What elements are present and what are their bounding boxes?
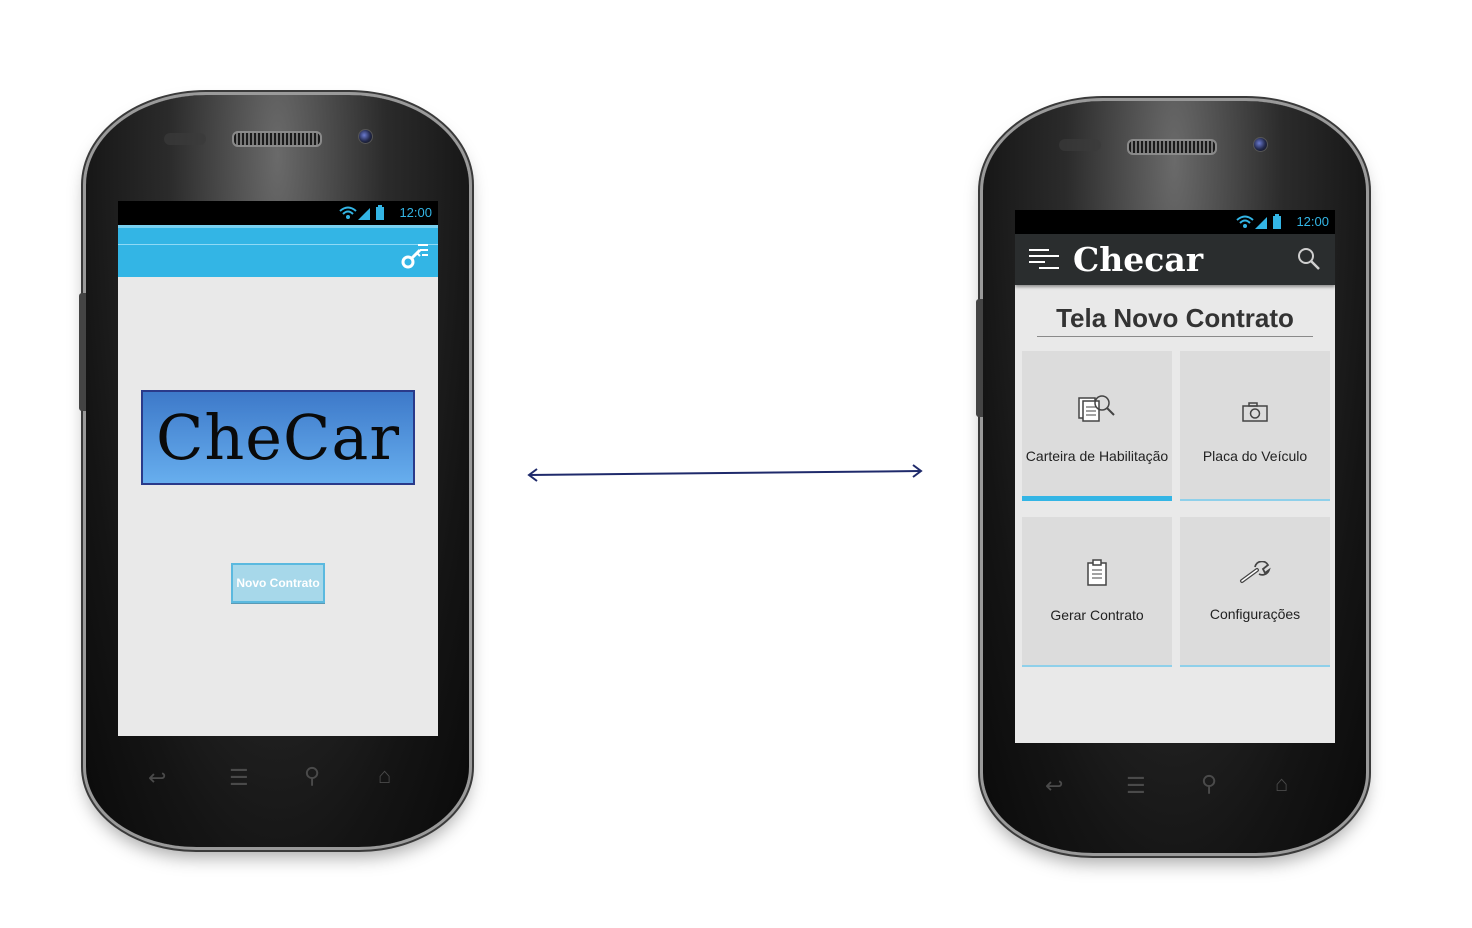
back-icon[interactable]: ↩: [1045, 773, 1063, 799]
action-bar: Checar: [1015, 234, 1335, 285]
camera-icon: [1242, 402, 1268, 422]
status-bar: 12:00: [1015, 210, 1335, 234]
status-bar: 12:00: [118, 201, 438, 225]
tile-indicator: [1180, 665, 1330, 667]
tile-indicator: [1180, 499, 1330, 501]
signal-battery-icon: [1236, 214, 1281, 229]
status-time: 12:00: [399, 205, 432, 220]
logo-text: CheCar: [155, 401, 401, 474]
tile-placa-veiculo[interactable]: Placa do Veículo: [1180, 351, 1330, 501]
document-search-icon: [1078, 395, 1115, 422]
left-phone: 12:00 CheCar Novo Contrato ↩ ☰ ⚲ ⌂: [79, 95, 469, 847]
tile-gerar-contrato[interactable]: Gerar Contrato: [1022, 517, 1172, 667]
earpiece-speaker: [1127, 139, 1217, 155]
home-icon[interactable]: ⌂: [378, 763, 391, 789]
flow-arrow: [527, 464, 923, 482]
tile-carteira-habilitacao[interactable]: Carteira de Habilitação: [1022, 351, 1172, 501]
proximity-sensor: [164, 133, 206, 145]
proximity-sensor: [1059, 139, 1101, 151]
drawer-menu-icon[interactable]: [1027, 247, 1061, 273]
wrench-icon: [1240, 561, 1271, 583]
clipboard-icon: [1087, 559, 1107, 586]
earpiece-speaker: [232, 131, 322, 147]
left-screen: 12:00 CheCar Novo Contrato: [118, 201, 438, 736]
menu-icon[interactable]: ☰: [1126, 773, 1146, 799]
home-icon[interactable]: ⌂: [1275, 771, 1288, 797]
tile-label: Carteira de Habilitação: [1025, 448, 1169, 464]
front-camera: [358, 129, 373, 144]
status-time: 12:00: [1296, 214, 1329, 229]
search-icon[interactable]: [1297, 247, 1321, 271]
novo-contrato-button[interactable]: Novo Contrato: [231, 563, 325, 603]
right-screen: 12:00 Checar Tela Novo Contrato Carteira…: [1015, 210, 1335, 743]
back-icon[interactable]: ↩: [148, 765, 166, 791]
key-menu-icon[interactable]: [400, 242, 430, 272]
selected-indicator: [1022, 496, 1172, 501]
tile-label: Placa do Veículo: [1202, 448, 1308, 464]
right-phone: 12:00 Checar Tela Novo Contrato Carteira…: [976, 101, 1366, 853]
page-heading: Tela Novo Contrato: [1056, 303, 1294, 333]
search-key-icon[interactable]: ⚲: [1201, 771, 1217, 797]
tile-label: Gerar Contrato: [1050, 607, 1144, 623]
app-title: Checar: [1073, 240, 1204, 279]
tile-indicator: [1022, 665, 1172, 667]
signal-battery-icon: [339, 205, 384, 220]
heading-divider: [1037, 334, 1313, 337]
front-camera: [1253, 137, 1268, 152]
tile-label: Configurações: [1209, 606, 1301, 622]
tile-configuracoes[interactable]: Configurações: [1180, 517, 1330, 667]
menu-icon[interactable]: ☰: [229, 765, 249, 791]
action-bar: [118, 225, 438, 277]
app-logo: CheCar: [141, 390, 415, 485]
search-key-icon[interactable]: ⚲: [304, 763, 320, 789]
